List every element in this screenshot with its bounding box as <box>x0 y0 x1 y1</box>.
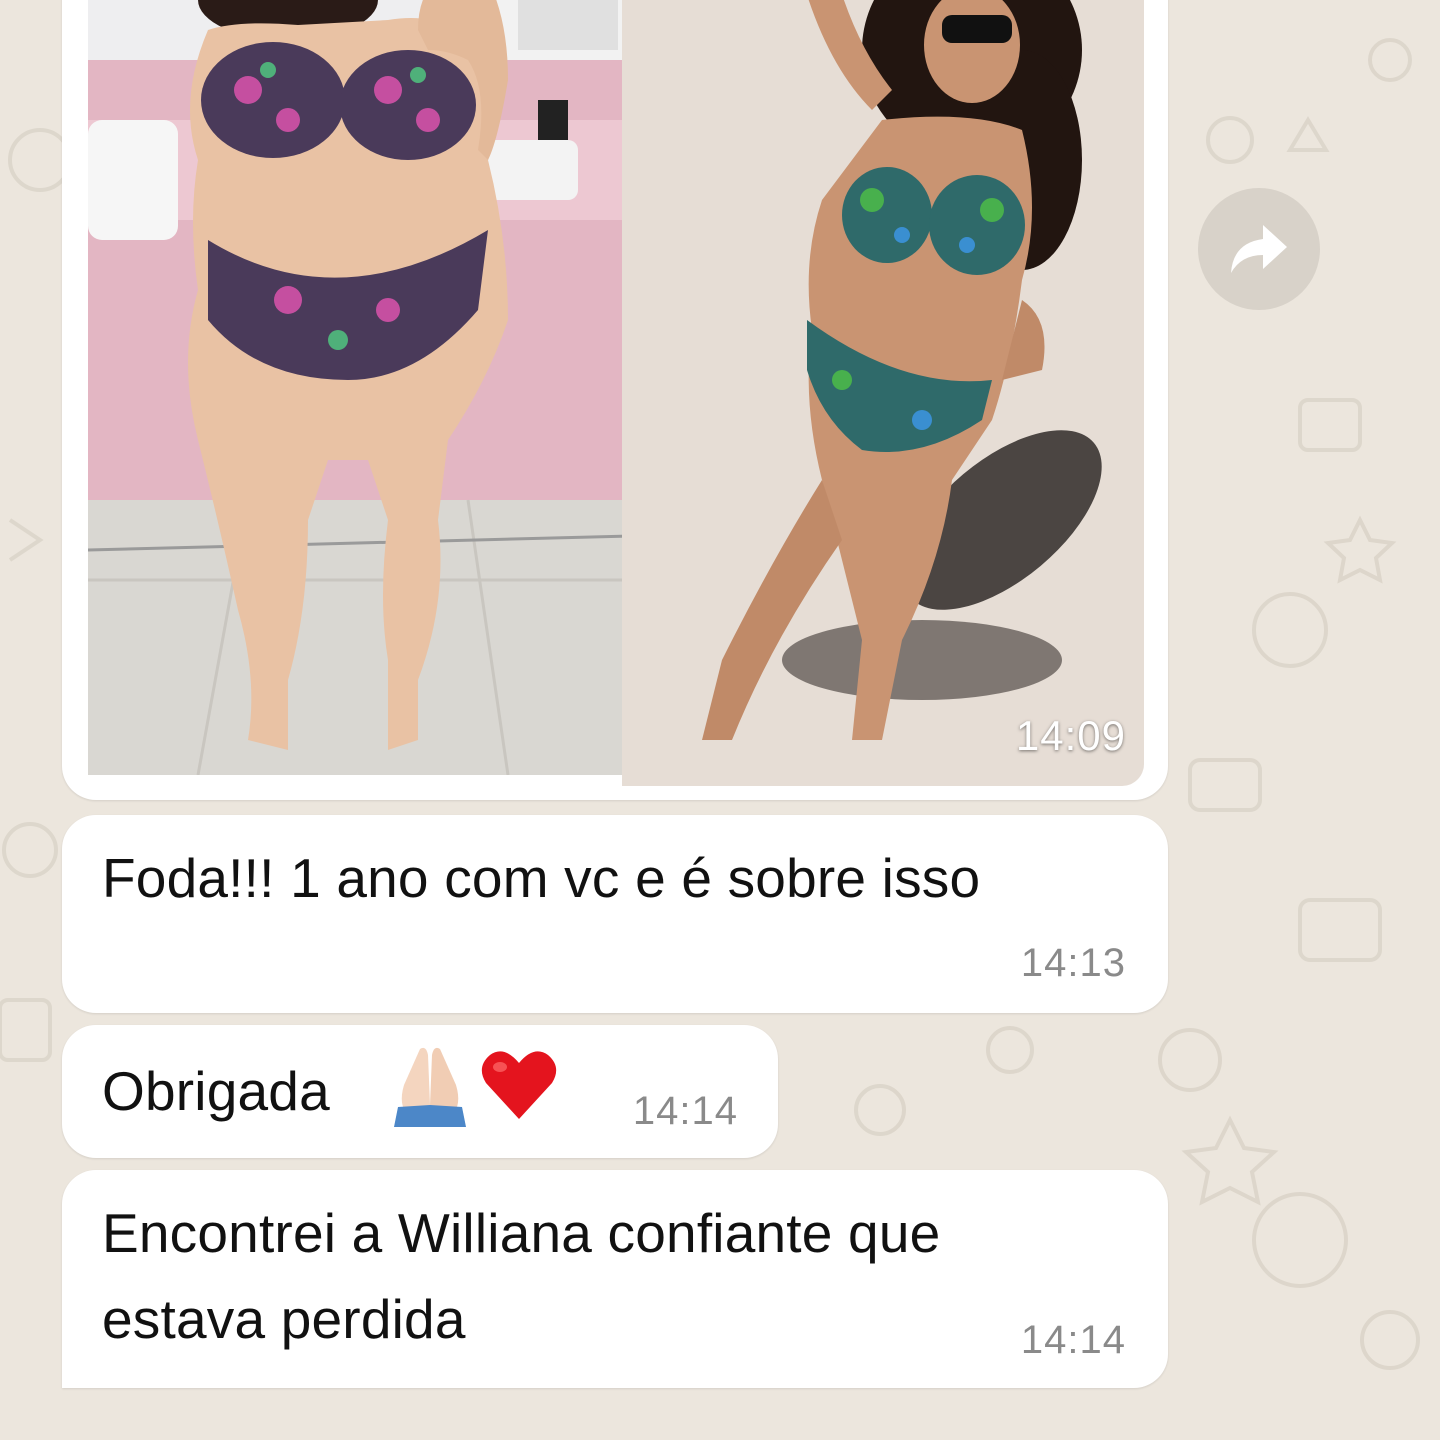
message-bubble[interactable]: Obrigada 14:14 <box>62 1025 778 1158</box>
message-timestamp: 14:14 <box>1020 1318 1126 1362</box>
forward-button[interactable] <box>1198 188 1320 310</box>
message-text-line: estava perdida <box>102 1288 466 1350</box>
red-heart-icon <box>480 1049 558 1126</box>
forward-arrow-icon <box>1231 225 1287 273</box>
message-timestamp: 14:14 <box>632 1089 738 1133</box>
message-text: Foda!!! 1 ano com vc e é sobre isso <box>102 847 981 909</box>
message-bubble[interactable]: Encontrei a Williana confiante que estav… <box>62 1170 1168 1388</box>
message-bubble[interactable]: Foda!!! 1 ano com vc e é sobre isso 14:1… <box>62 815 1168 1013</box>
praying-hands-icon <box>390 1045 470 1132</box>
message-text-line: Encontrei a Williana confiante que <box>102 1202 941 1264</box>
message-text: Obrigada <box>102 1060 330 1122</box>
before-photo[interactable] <box>88 0 670 775</box>
image-message-bubble[interactable]: 14:09 <box>62 0 1168 800</box>
after-photo[interactable] <box>622 0 1144 786</box>
message-timestamp: 14:13 <box>1020 941 1126 985</box>
image-timestamp: 14:09 <box>1015 712 1126 759</box>
